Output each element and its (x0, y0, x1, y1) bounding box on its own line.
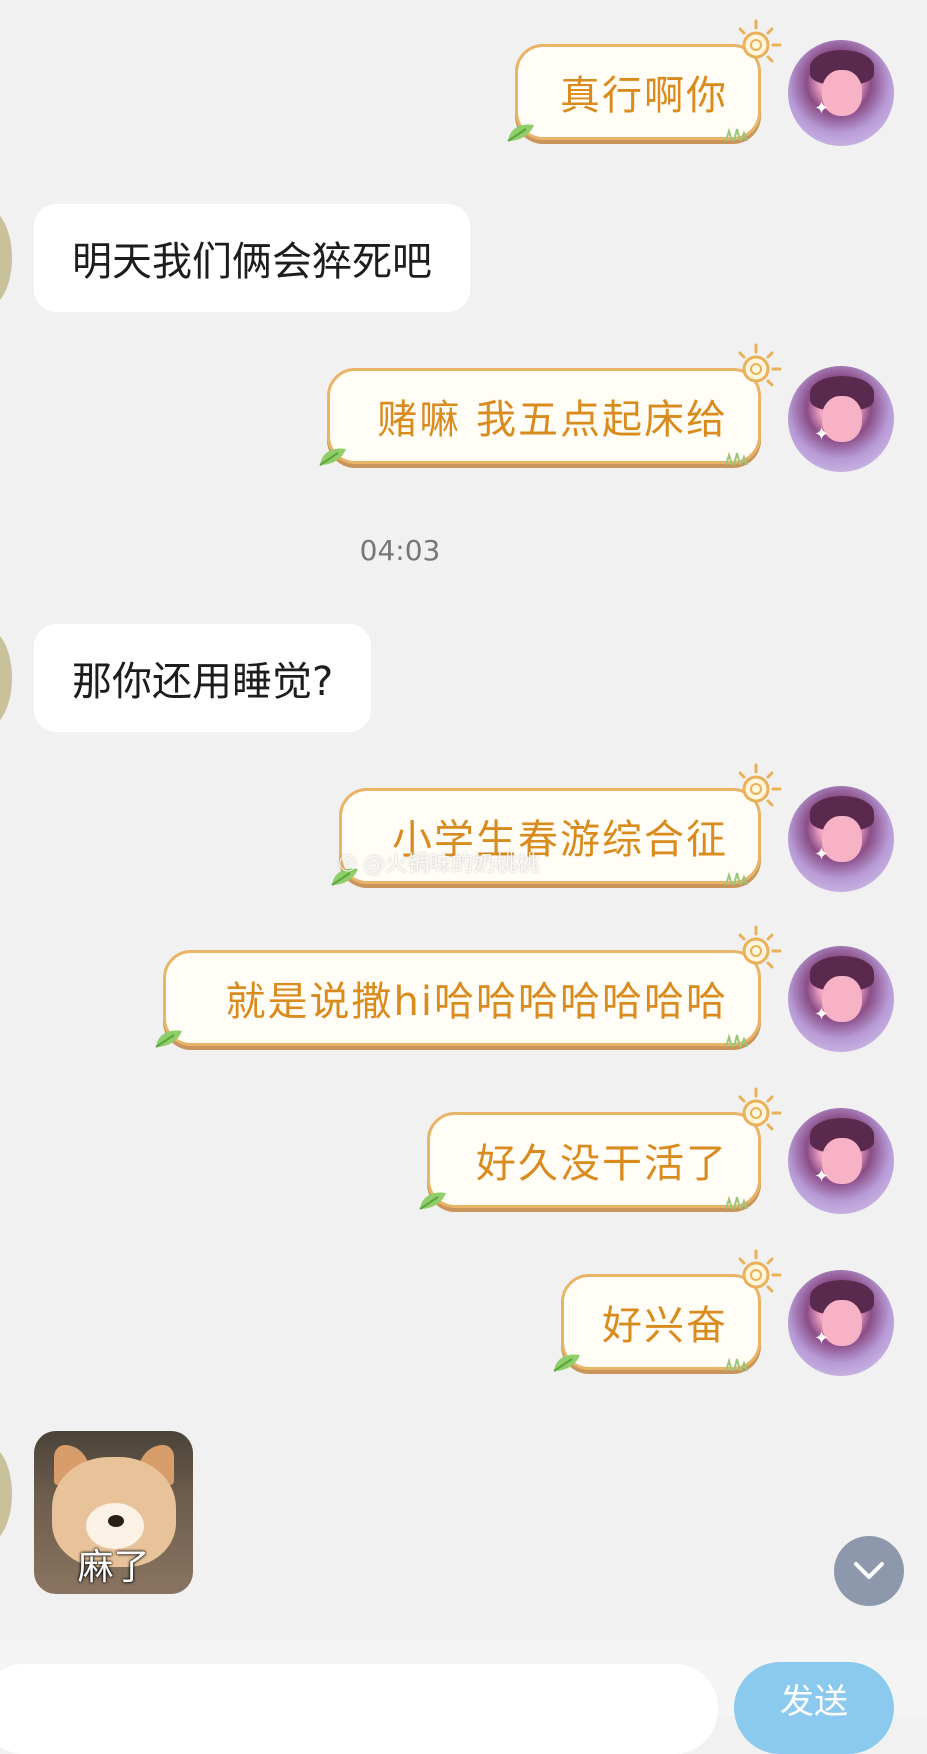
partner-avatar[interactable] (0, 208, 12, 308)
leaf-icon (507, 124, 534, 142)
sun-icon (738, 19, 782, 63)
message-text: 就是说撒hi哈哈哈哈哈哈哈 (225, 979, 728, 1025)
weibo-icon: ◎ (338, 849, 358, 875)
sun-icon (738, 925, 782, 969)
leaf-icon (319, 448, 346, 466)
message-text: 那你还用睡觉? (72, 659, 334, 705)
message-text: 明天我们俩会猝死吧 (72, 239, 432, 285)
leaf-icon (419, 1192, 446, 1210)
grass-icon (725, 127, 748, 141)
input-bar: 发送 (0, 1640, 927, 1754)
leaf-icon (155, 1030, 182, 1048)
message-text: 好兴奋 (602, 1303, 728, 1349)
partner-message-bubble[interactable]: 明天我们俩会猝死吧 (34, 204, 470, 312)
message-text: 真行啊你 (560, 73, 728, 119)
own-avatar[interactable]: ✦ (788, 946, 894, 1052)
own-avatar[interactable]: ✦ (788, 366, 894, 472)
sun-icon (738, 763, 782, 807)
chevron-down-icon (854, 1562, 884, 1579)
grass-icon (725, 1357, 748, 1371)
sticker-caption: 麻了 (77, 1547, 150, 1588)
grass-icon (725, 451, 748, 465)
message-text: 好久没干活了 (476, 1141, 728, 1187)
own-message-bubble[interactable]: 好兴奋 (553, 1249, 782, 1372)
leaf-icon (553, 1354, 580, 1372)
watermark-text: @火锅味的奶桃桃 (363, 852, 540, 877)
partner-message-bubble[interactable]: 那你还用睡觉? (34, 624, 372, 732)
own-avatar[interactable]: ✦ (788, 40, 894, 146)
grass-icon (725, 1195, 748, 1209)
sun-icon (738, 1249, 782, 1293)
send-button[interactable]: 发送 (734, 1662, 894, 1754)
grass-icon (725, 1033, 748, 1047)
sun-icon (738, 343, 782, 387)
message-timestamp: 04:03 (359, 534, 441, 567)
own-avatar[interactable]: ✦ (788, 786, 894, 892)
grass-icon (725, 871, 748, 885)
sun-icon (738, 1087, 782, 1131)
scroll-to-bottom-button[interactable] (834, 1536, 904, 1606)
message-input[interactable] (0, 1664, 718, 1754)
watermark: ◎ @火锅味的奶桃桃 (338, 846, 539, 878)
partner-avatar[interactable] (0, 1444, 12, 1544)
sticker-message[interactable]: 麻了 (34, 1431, 193, 1594)
own-message-bubble[interactable]: 好久没干活了 (419, 1087, 782, 1210)
message-text: 赌嘛 我五点起床给 (377, 397, 728, 443)
own-avatar[interactable]: ✦ (788, 1270, 894, 1376)
own-message-bubble[interactable]: 赌嘛 我五点起床给 (319, 343, 782, 466)
partner-avatar[interactable] (0, 628, 12, 728)
own-avatar[interactable]: ✦ (788, 1108, 894, 1214)
own-message-bubble[interactable]: 就是说撒hi哈哈哈哈哈哈哈 (155, 925, 782, 1048)
own-message-bubble[interactable]: 真行啊你 (507, 19, 782, 142)
